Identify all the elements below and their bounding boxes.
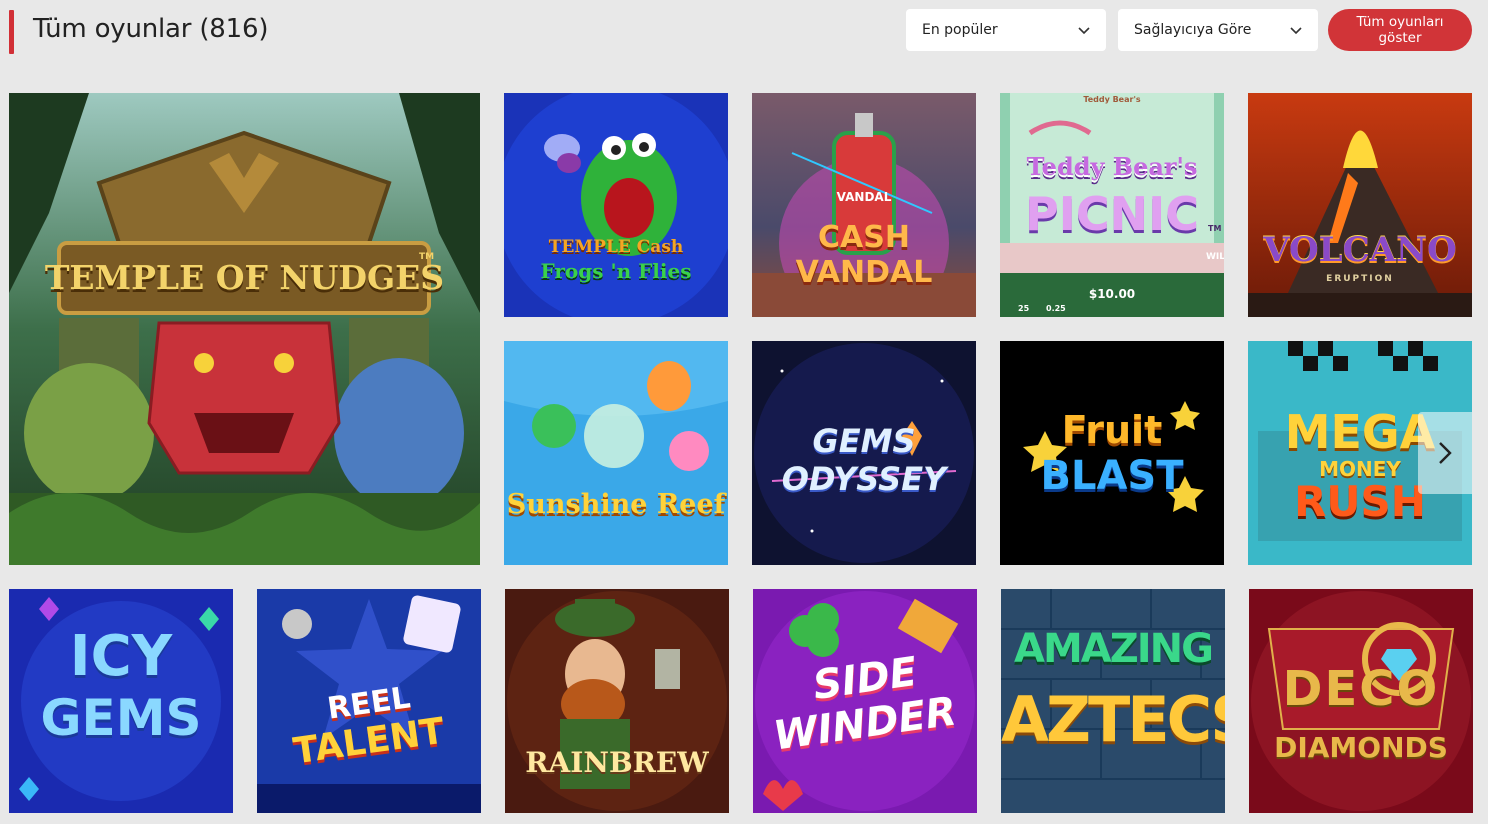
sort-select[interactable]: En popüler	[906, 9, 1106, 51]
game-title-line2: AZTECS	[1001, 683, 1225, 756]
game-tile-deco-diamonds[interactable]: DECO DIAMONDS	[1249, 589, 1473, 813]
game-title-line1: CASH	[818, 220, 910, 255]
game-title: Sunshine Reef	[506, 489, 726, 520]
game-tile-fruit-blast[interactable]: Fruit BLAST	[1000, 341, 1224, 565]
game-title-line2: BLAST	[1040, 453, 1184, 499]
game-title-line2: VANDAL	[795, 255, 933, 290]
game-tile-frogs-n-flies[interactable]: TEMPLE Cash Frogs 'n Flies	[504, 93, 728, 317]
game-art	[504, 93, 728, 317]
game-title: TEMPLE OF NUDGES	[44, 258, 445, 297]
trademark-mark: TM	[419, 252, 435, 262]
chevron-down-icon	[1290, 27, 1302, 35]
game-art	[505, 589, 729, 813]
game-tile-icy-gems[interactable]: ICY GEMS	[9, 589, 233, 813]
carousel-next-button[interactable]	[1418, 412, 1472, 494]
game-title-line1: GEMS	[812, 422, 916, 460]
game-title-line1: ICY	[69, 624, 173, 689]
game-title: RAINBREW	[525, 746, 709, 779]
game-tile-sunshine-reef[interactable]: Sunshine Reef	[504, 341, 728, 565]
game-tile-gems-odyssey[interactable]: GEMS ODYSSEY	[752, 341, 976, 565]
chevron-right-icon	[1439, 442, 1452, 464]
provider-select-value: Sağlayıcıya Göre	[1134, 22, 1252, 38]
game-title: VOLCANO	[1263, 230, 1457, 270]
game-art	[9, 93, 480, 565]
page-title: Tüm oyunlar (816)	[33, 14, 269, 44]
title-accent-bar	[9, 10, 14, 54]
game-title-line1: DECO	[1282, 661, 1440, 717]
provider-select[interactable]: Sağlayıcıya Göre	[1118, 9, 1318, 51]
game-tile-rainbrew[interactable]: RAINBREW	[505, 589, 729, 813]
game-art	[504, 341, 728, 565]
game-title-line2: DIAMONDS	[1274, 731, 1448, 764]
wild-label: WIL	[1206, 252, 1224, 262]
game-tile-sidewinder[interactable]: SIDE WINDER	[753, 589, 977, 813]
chevron-down-icon	[1078, 27, 1090, 35]
show-all-games-button[interactable]: Tüm oyunları göster	[1328, 9, 1472, 51]
game-tile-teddy-bears-picnic[interactable]: Teddy Bear's Teddy Bear's PICNIC TM $10.…	[1000, 93, 1224, 317]
game-title-line2: PICNIC	[1025, 187, 1199, 241]
game-title-line1: AMAZING	[1014, 626, 1214, 672]
game-tile-volcano-eruption[interactable]: VOLCANO ERUPTION	[1248, 93, 1472, 317]
game-title-top: Teddy Bear's	[1083, 95, 1141, 104]
game-title-line1: TEMPLE Cash	[548, 237, 684, 257]
trademark-mark: TM	[1208, 224, 1222, 233]
game-title-line2: GEMS	[40, 689, 202, 747]
game-title-line1: Fruit	[1061, 408, 1163, 452]
bet-label-b: 0.25	[1046, 304, 1066, 313]
game-title-small: VANDAL	[836, 190, 892, 204]
amount-label: $10.00	[1088, 287, 1136, 301]
bet-label-a: 25	[1018, 304, 1030, 313]
game-title-line2: ODYSSEY	[781, 460, 947, 498]
game-tile-reel-talent[interactable]: REEL TALENT	[257, 589, 481, 813]
game-subtitle: ERUPTION	[1326, 274, 1394, 284]
game-tile-amazing-aztecs[interactable]: AMAZING AZTECS	[1001, 589, 1225, 813]
game-tile-cash-vandal[interactable]: VANDAL CASH VANDAL	[752, 93, 976, 317]
sort-select-value: En popüler	[922, 22, 998, 38]
game-title-line1: Teddy Bear's	[1026, 152, 1198, 181]
game-tile-temple-of-nudges[interactable]: TEMPLE OF NUDGES TM	[9, 93, 480, 565]
game-title-line2: Frogs 'n Flies	[540, 259, 692, 283]
